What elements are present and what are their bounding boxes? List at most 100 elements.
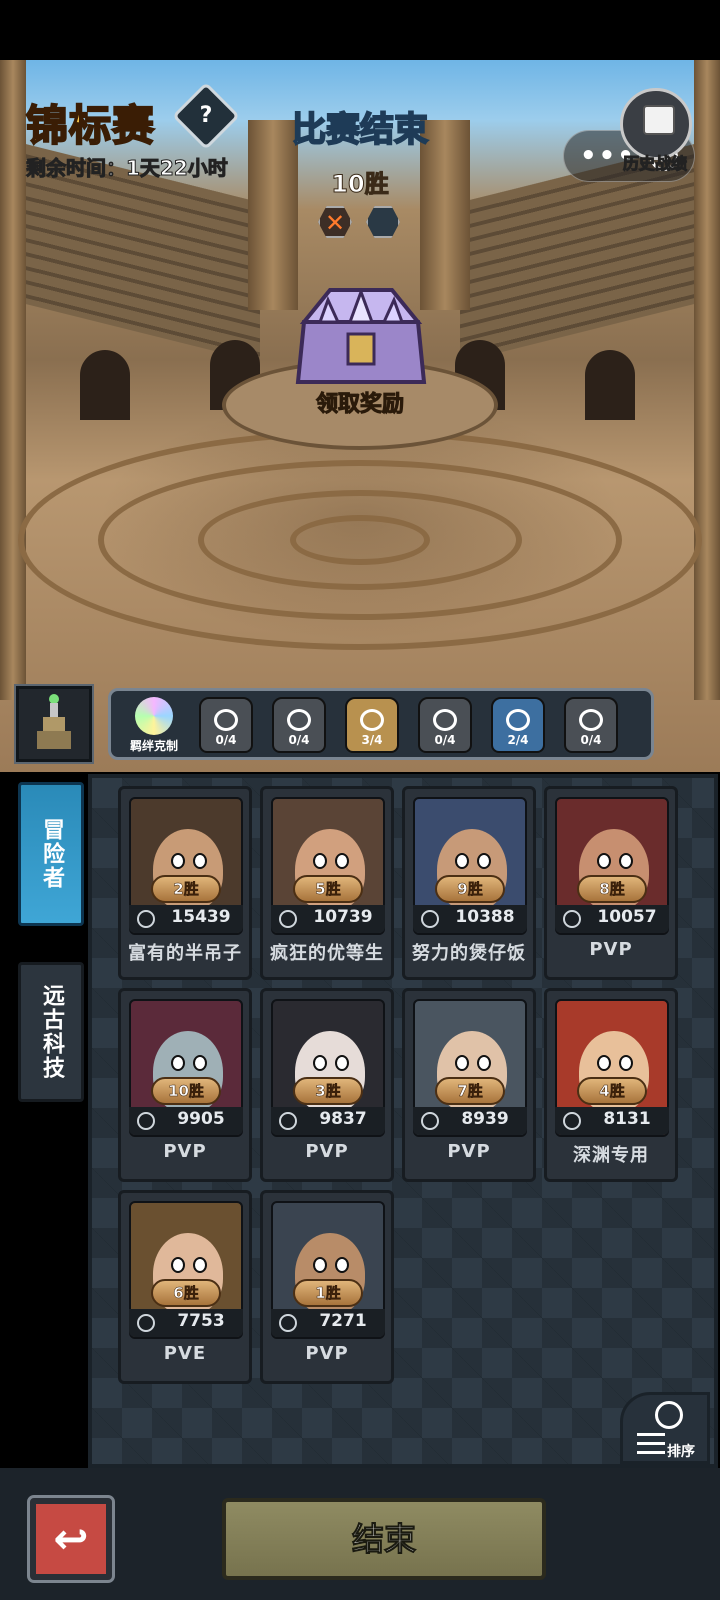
synergy-count: 0/4 [580, 733, 602, 747]
hero-eye [313, 853, 327, 869]
synergy-item[interactable]: 0/4 [272, 697, 326, 753]
hero-eye [171, 1055, 185, 1071]
swords-icon [421, 910, 439, 928]
hero-card[interactable]: 10388 9胜 努力的煲仔饭 [402, 786, 536, 980]
hero-roster-grid: 15439 2胜 富有的半吊子 10739 5胜 疯狂的优等生 10388 9胜 努力的煲仔饭 1… [88, 774, 718, 1468]
tower-icon [37, 694, 71, 749]
swords-icon [279, 910, 297, 928]
hero-eye [313, 1055, 327, 1071]
win-badge: 4胜 [577, 1077, 647, 1105]
back-button[interactable]: ↩ [27, 1495, 115, 1583]
hero-eye [477, 1055, 491, 1071]
back-arrow-icon: ↩ [53, 1514, 89, 1563]
staff-icon [279, 1112, 297, 1130]
tab-ancient-tech[interactable]: 远古科技 [18, 962, 84, 1102]
power-value: 10057 [597, 907, 657, 927]
power-row: 7271 [271, 1309, 385, 1337]
hero-eye [619, 853, 633, 869]
hero-card[interactable]: 9905 10胜 PVP [118, 988, 252, 1182]
synergy-counter-button[interactable]: 羁绊克制 [121, 697, 187, 757]
sort-label: 排序 [667, 1444, 695, 1460]
staff-icon [563, 910, 581, 928]
history-label[interactable]: 历史战绩 [610, 150, 700, 174]
power-value: 10739 [313, 907, 373, 927]
swords-icon [137, 910, 155, 928]
swords-icon [563, 1112, 581, 1130]
synergy-count: 0/4 [434, 733, 456, 747]
synergy-item[interactable]: 0/4 [564, 697, 618, 753]
tab-adventurers[interactable]: 冒险者 [18, 782, 84, 926]
synergy-count: 3/4 [361, 733, 383, 747]
arena-floor-ring [290, 515, 430, 565]
bowtie-icon [579, 709, 603, 731]
hero-eye [171, 853, 185, 869]
hero-eye [171, 1257, 185, 1273]
hero-card[interactable]: 10739 5胜 疯狂的优等生 [260, 786, 394, 980]
claim-reward-label[interactable]: 领取奖励 [0, 386, 720, 418]
crown-icon [360, 709, 384, 731]
team-name: PVP [163, 1141, 207, 1162]
hero-eye [193, 1257, 207, 1273]
hero-eye [193, 1055, 207, 1071]
synergy-item[interactable]: 0/4 [199, 697, 253, 753]
life-remaining-icon [366, 206, 400, 238]
team-name: PVP [305, 1141, 349, 1162]
team-name: PVP [305, 1343, 349, 1364]
hero-card[interactable]: 10057 8胜 PVP [544, 786, 678, 980]
magnifier-icon [655, 1401, 683, 1429]
win-badge: 6胜 [151, 1279, 221, 1307]
list-icon [637, 1433, 665, 1455]
hero-eye [619, 1055, 633, 1071]
hero-eye [455, 853, 469, 869]
power-row: 15439 [129, 905, 243, 933]
eye-icon [287, 709, 311, 731]
hero-eye [597, 853, 611, 869]
win-badge: 3胜 [293, 1077, 363, 1105]
win-badge: 7胜 [435, 1077, 505, 1105]
left-pillar [0, 60, 26, 700]
power-row: 9905 [129, 1107, 243, 1135]
hero-card[interactable]: 8939 7胜 PVP [402, 988, 536, 1182]
swords-icon [137, 1112, 155, 1130]
flower-icon [135, 697, 173, 735]
scroll-icon [643, 105, 675, 135]
hero-eye [597, 1055, 611, 1071]
power-row: 8939 [413, 1107, 527, 1135]
hero-card[interactable]: 7271 1胜 PVP [260, 1190, 394, 1384]
swirl-icon [506, 709, 530, 731]
power-row: 10057 [555, 905, 669, 933]
win-badge: 5胜 [293, 875, 363, 903]
hero-card[interactable]: 8131 4胜 深渊专用 [544, 988, 678, 1182]
synergy-item[interactable]: 3/4 [345, 697, 399, 753]
win-badge: 2胜 [151, 875, 221, 903]
power-value: 7271 [319, 1311, 367, 1331]
hero-card[interactable]: 15439 2胜富有的半吊子 [118, 786, 252, 980]
team-name: PVP [447, 1141, 491, 1162]
end-button[interactable]: 结束 [222, 1498, 546, 1580]
leaf-icon [137, 1314, 155, 1332]
synergy-item[interactable]: 2/4 [491, 697, 545, 753]
tower-button[interactable] [14, 684, 94, 764]
reward-chest[interactable] [290, 282, 432, 394]
power-value: 7753 [177, 1311, 225, 1331]
power-row: 9837 [271, 1107, 385, 1135]
swords-icon [421, 1112, 439, 1130]
hero-eye [477, 853, 491, 869]
hero-eye [335, 1055, 349, 1071]
win-badge: 1胜 [293, 1279, 363, 1307]
hero-eye [455, 1055, 469, 1071]
hero-card[interactable]: 7753 6胜 PVE [118, 1190, 252, 1384]
team-name: PVE [163, 1343, 207, 1364]
horseshoe-icon [433, 709, 457, 731]
win-badge: 8胜 [577, 875, 647, 903]
power-value: 9905 [177, 1109, 225, 1129]
hero-eye [313, 1257, 327, 1273]
synergy-count: 0/4 [288, 733, 310, 747]
power-row: 10739 [271, 905, 385, 933]
win-badge: 10胜 [151, 1077, 221, 1105]
team-name: 富有的半吊子 [128, 943, 242, 964]
synergy-item[interactable]: 0/4 [418, 697, 472, 753]
win-badge: 9胜 [435, 875, 505, 903]
sort-button[interactable]: 排序 [620, 1392, 710, 1464]
hero-card[interactable]: 9837 3胜 PVP [260, 988, 394, 1182]
